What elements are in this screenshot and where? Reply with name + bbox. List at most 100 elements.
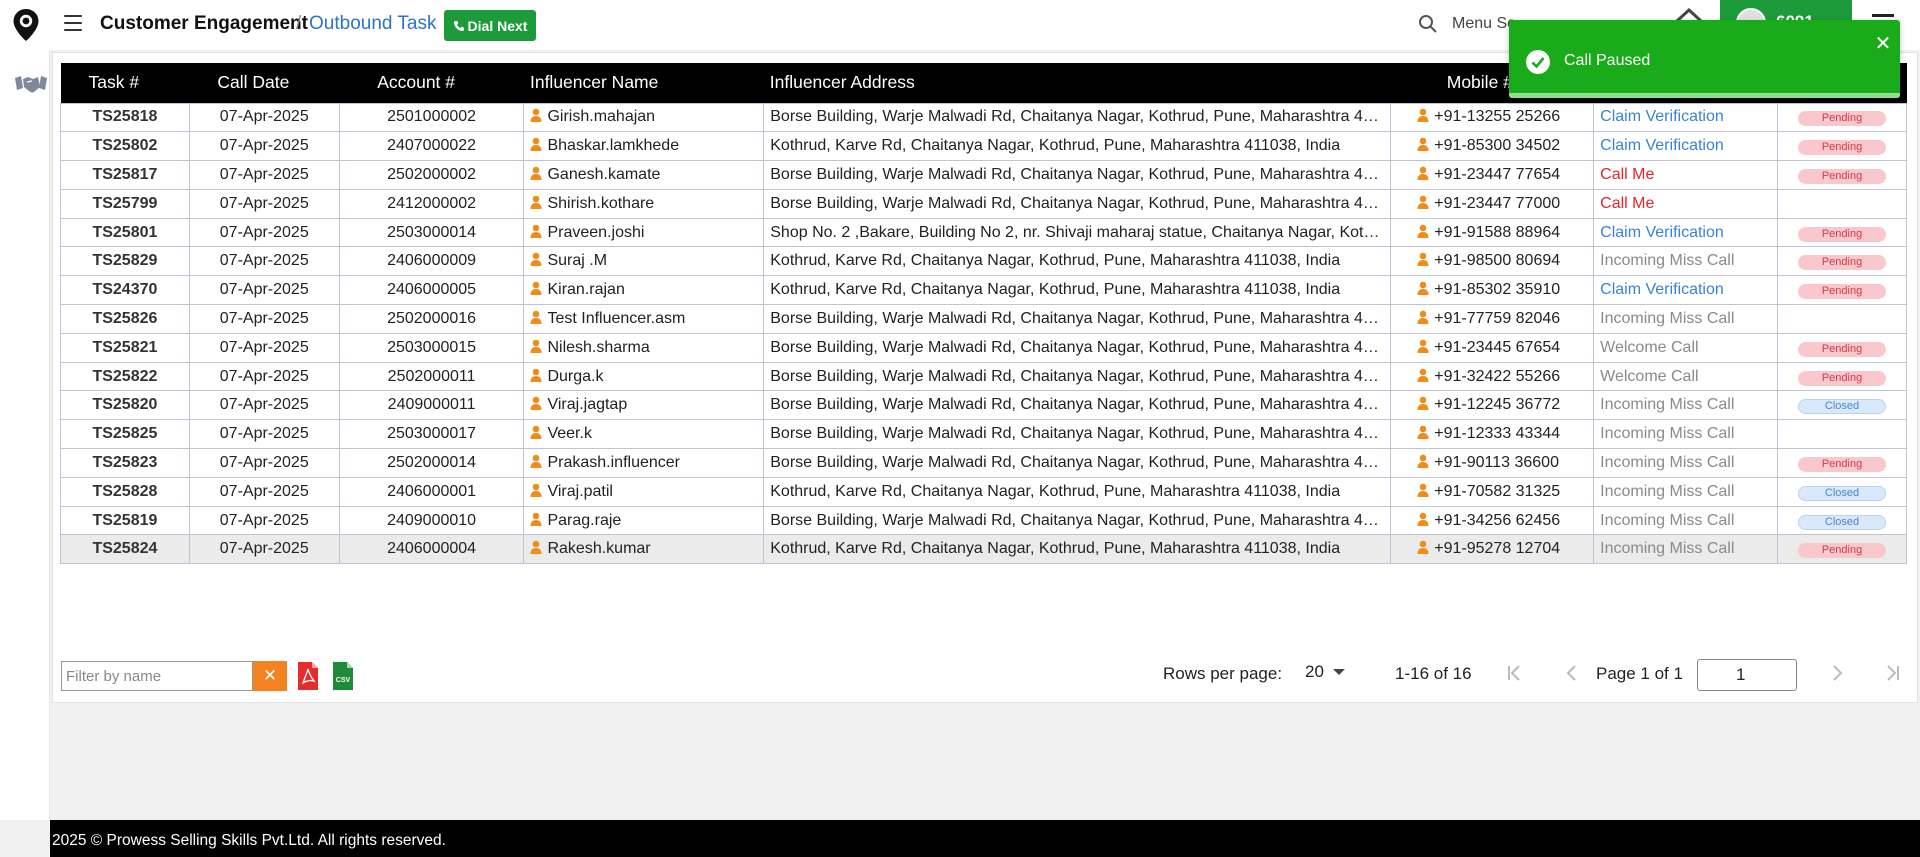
first-page-icon[interactable]: [1503, 662, 1527, 684]
task-id-cell[interactable]: TS25799: [60, 188, 190, 219]
influencer-name-cell[interactable]: Nilesh.sharma: [523, 332, 765, 363]
table-row[interactable]: TS25825 07-Apr-2025 2503000017 Veer.k Borse …: [60, 419, 1907, 450]
table-row[interactable]: TS25823 07-Apr-2025 2502000014 Prakash.infl…: [60, 448, 1907, 478]
page-number-input[interactable]: [1697, 659, 1797, 691]
influencer-name-cell[interactable]: Praveen.joshi: [523, 217, 765, 248]
influencer-name-cell[interactable]: Veer.k: [523, 419, 765, 450]
table-row[interactable]: TS25821 07-Apr-2025 2503000015 Nilesh.sharm…: [60, 332, 1907, 363]
task-type-cell[interactable]: Claim Verification: [1593, 275, 1779, 306]
task-id-cell[interactable]: TS25823: [60, 448, 190, 478]
column-header[interactable]: Influencer Address: [763, 63, 1391, 103]
next-page-icon[interactable]: [1825, 662, 1849, 684]
column-header[interactable]: Call Date: [189, 63, 340, 103]
menu-search-input[interactable]: Menu Se: [1452, 15, 1516, 33]
task-type-cell[interactable]: Claim Verification: [1593, 217, 1779, 248]
search-icon[interactable]: [1418, 14, 1438, 34]
task-type-cell[interactable]: Welcome Call: [1593, 332, 1779, 363]
mobile-cell[interactable]: +91-90113 36600: [1390, 448, 1595, 478]
task-id-cell[interactable]: TS25802: [60, 131, 190, 162]
mobile-cell[interactable]: +91-32422 55266: [1390, 361, 1595, 392]
csv-export-icon[interactable]: CSV: [331, 661, 355, 691]
table-row[interactable]: TS25820 07-Apr-2025 2409000011 Viraj.jagtap…: [60, 390, 1907, 421]
dial-next-button[interactable]: Dial Next: [444, 10, 536, 41]
task-id-cell[interactable]: TS25801: [60, 217, 190, 248]
influencer-name-cell[interactable]: Viraj.jagtap: [523, 390, 765, 421]
mobile-cell[interactable]: +91-12245 36772: [1390, 390, 1595, 421]
task-id-cell[interactable]: TS25825: [60, 419, 190, 450]
mobile-cell[interactable]: +91-91588 88964: [1390, 217, 1595, 248]
task-id-cell[interactable]: TS25822: [60, 361, 190, 392]
influencer-name-cell[interactable]: Test Influencer.asm: [523, 304, 765, 334]
task-id-cell[interactable]: TS25828: [60, 476, 190, 507]
pdf-export-icon[interactable]: [296, 661, 320, 691]
mobile-cell[interactable]: +91-70582 31325: [1390, 476, 1595, 507]
influencer-name-cell[interactable]: Shirish.kothare: [523, 188, 765, 219]
close-icon[interactable]: ✕: [1873, 34, 1893, 54]
handshake-icon[interactable]: [14, 72, 48, 96]
last-page-icon[interactable]: [1880, 662, 1904, 684]
table-row[interactable]: TS25818 07-Apr-2025 2501000002 Girish.mahaj…: [60, 102, 1907, 133]
task-type-cell[interactable]: Claim Verification: [1593, 102, 1779, 133]
influencer-name-cell[interactable]: Bhaskar.lamkhede: [523, 131, 765, 162]
task-type-cell[interactable]: Welcome Call: [1593, 361, 1779, 392]
influencer-name-cell[interactable]: Rakesh.kumar: [523, 534, 765, 565]
rows-per-page-select[interactable]: 20: [1305, 662, 1324, 682]
menu-toggle-icon[interactable]: [64, 15, 82, 31]
mobile-cell[interactable]: +91-23447 77654: [1390, 160, 1595, 190]
caret-down-icon[interactable]: [1333, 669, 1345, 675]
task-type-cell[interactable]: Incoming Miss Call: [1593, 476, 1779, 507]
influencer-name-cell[interactable]: Kiran.rajan: [523, 275, 765, 306]
previous-page-icon[interactable]: [1560, 662, 1584, 684]
column-header[interactable]: Task #: [60, 63, 190, 103]
task-type-cell[interactable]: Incoming Miss Call: [1593, 390, 1779, 421]
table-row[interactable]: TS25829 07-Apr-2025 2406000009 Suraj .M Koth…: [60, 246, 1907, 277]
breadcrumb-current[interactable]: Outbound Task: [309, 13, 436, 35]
mobile-cell[interactable]: +91-23445 67654: [1390, 332, 1595, 363]
table-row[interactable]: TS25822 07-Apr-2025 2502000011 Durga.k Borse…: [60, 361, 1907, 392]
influencer-name-cell[interactable]: Prakash.influencer: [523, 448, 765, 478]
mobile-cell[interactable]: +91-77759 82046: [1390, 304, 1595, 334]
task-id-cell[interactable]: TS25819: [60, 505, 190, 536]
influencer-name-cell[interactable]: Parag.raje: [523, 505, 765, 536]
table-row[interactable]: TS25802 07-Apr-2025 2407000022 Bhaskar.lamk…: [60, 131, 1907, 162]
task-id-cell[interactable]: TS25821: [60, 332, 190, 363]
influencer-name-cell[interactable]: Ganesh.kamate: [523, 160, 765, 190]
influencer-name-cell[interactable]: Viraj.patil: [523, 476, 765, 507]
task-id-cell[interactable]: TS25820: [60, 390, 190, 421]
task-id-cell[interactable]: TS25826: [60, 304, 190, 334]
table-row[interactable]: TS25819 07-Apr-2025 2409000010 Parag.raje Bo…: [60, 505, 1907, 536]
task-id-cell[interactable]: TS25818: [60, 102, 190, 133]
task-type-cell[interactable]: Claim Verification: [1593, 131, 1779, 162]
clear-filter-button[interactable]: ✕: [253, 661, 287, 691]
table-row[interactable]: TS25824 07-Apr-2025 2406000004 Rakesh.kumar…: [60, 534, 1907, 565]
filter-by-name-input[interactable]: [61, 661, 253, 691]
table-row[interactable]: TS25826 07-Apr-2025 2502000016 Test Influen…: [60, 304, 1907, 334]
task-id-cell[interactable]: TS24370: [60, 275, 190, 306]
table-row[interactable]: TS25799 07-Apr-2025 2412000002 Shirish.koth…: [60, 188, 1907, 219]
task-type-cell[interactable]: Incoming Miss Call: [1593, 448, 1779, 478]
influencer-name-cell[interactable]: Suraj .M: [523, 246, 765, 277]
column-header[interactable]: Influencer Name: [523, 63, 764, 103]
task-type-cell[interactable]: Incoming Miss Call: [1593, 304, 1779, 334]
mobile-cell[interactable]: +91-95278 12704: [1390, 534, 1595, 565]
mobile-cell[interactable]: +91-34256 62456: [1390, 505, 1595, 536]
mobile-cell[interactable]: +91-98500 80694: [1390, 246, 1595, 277]
mobile-cell[interactable]: +91-13255 25266: [1390, 102, 1595, 133]
table-row[interactable]: TS25828 07-Apr-2025 2406000001 Viraj.patil K…: [60, 476, 1907, 507]
table-row[interactable]: TS25817 07-Apr-2025 2502000002 Ganesh.kamat…: [60, 160, 1907, 190]
breadcrumb-main[interactable]: Customer Engagement: [100, 13, 308, 35]
task-type-cell[interactable]: Call Me: [1593, 160, 1779, 190]
table-row[interactable]: TS24370 07-Apr-2025 2406000005 Kiran.rajan K…: [60, 275, 1907, 306]
column-header[interactable]: Account #: [339, 63, 524, 103]
mobile-cell[interactable]: +91-23447 77000: [1390, 188, 1595, 219]
task-type-cell[interactable]: Incoming Miss Call: [1593, 505, 1779, 536]
mobile-cell[interactable]: +91-85300 34502: [1390, 131, 1595, 162]
mobile-cell[interactable]: +91-85302 35910: [1390, 275, 1595, 306]
influencer-name-cell[interactable]: Girish.mahajan: [523, 102, 765, 133]
task-id-cell[interactable]: TS25829: [60, 246, 190, 277]
task-type-cell[interactable]: Incoming Miss Call: [1593, 419, 1779, 450]
task-id-cell[interactable]: TS25817: [60, 160, 190, 190]
task-id-cell[interactable]: TS25824: [60, 534, 190, 565]
task-type-cell[interactable]: Call Me: [1593, 188, 1779, 219]
task-type-cell[interactable]: Incoming Miss Call: [1593, 534, 1779, 565]
